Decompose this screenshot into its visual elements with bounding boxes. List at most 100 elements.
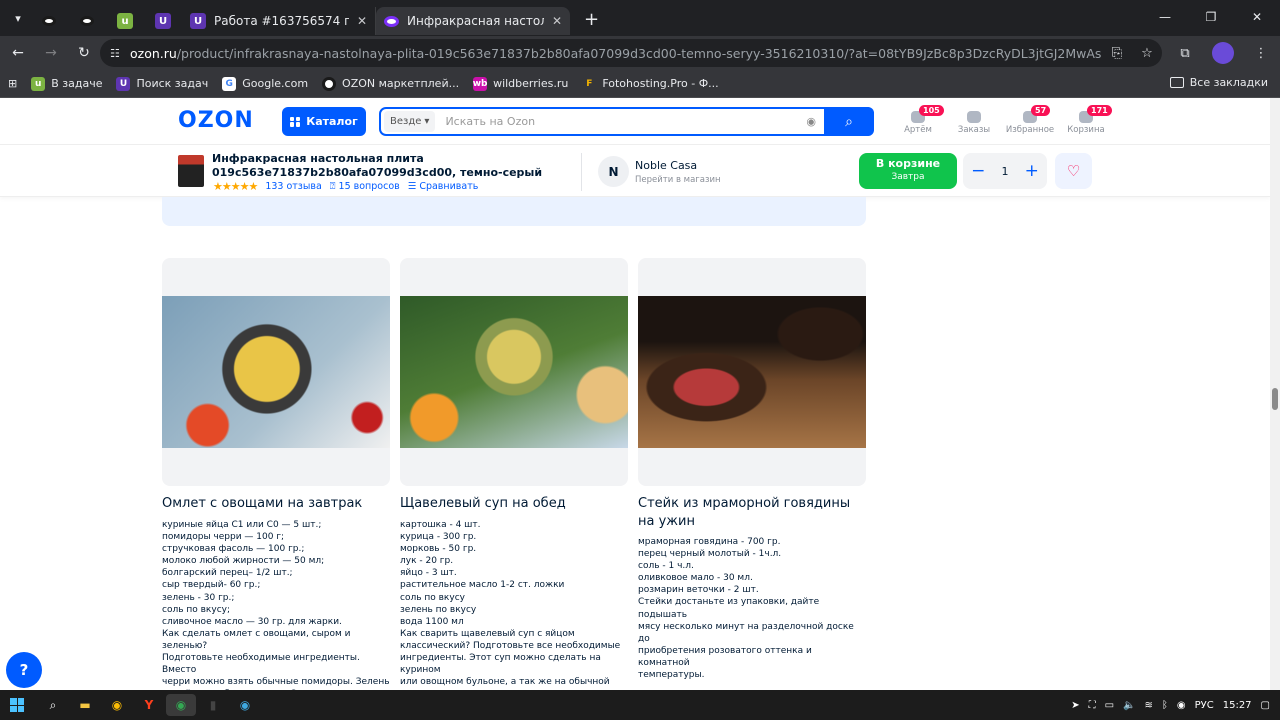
recipe-image[interactable] bbox=[638, 258, 866, 486]
notifications-icon[interactable]: ▢ bbox=[1261, 700, 1270, 711]
back-icon[interactable]: ← bbox=[3, 45, 33, 61]
header-icons: 105 Артём Заказы 57 Избранное 171 Корзина bbox=[893, 105, 1112, 135]
extensions-icon[interactable]: ⧉ bbox=[1166, 46, 1204, 61]
profile-link[interactable]: 105 Артём bbox=[893, 105, 944, 135]
clock[interactable]: 15:27 bbox=[1223, 700, 1252, 711]
catalog-button[interactable]: Каталог bbox=[282, 107, 366, 136]
add-to-favorites-button[interactable]: ♡ bbox=[1055, 153, 1092, 189]
product-thumbnail[interactable] bbox=[178, 155, 204, 187]
bookmark-item[interactable]: F Fotohosting.Pro - Ф... bbox=[582, 76, 719, 91]
bookmark-star-icon[interactable]: ☆ bbox=[1132, 46, 1162, 61]
search-button[interactable]: ⌕ bbox=[824, 107, 874, 136]
chrome-icon[interactable]: ◉ bbox=[102, 694, 132, 716]
ozon-icon bbox=[384, 15, 399, 27]
url-field[interactable]: ☷ ozon.ru/product/infrakrasnaya-nastolna… bbox=[100, 39, 1162, 67]
browser-tab[interactable] bbox=[30, 7, 68, 35]
apps-icon[interactable]: ⊞ bbox=[8, 77, 17, 90]
bookmark-item[interactable]: uВ задаче bbox=[31, 76, 102, 91]
recipe-title: Щавелевый суп на обед bbox=[400, 496, 566, 511]
reviews-link[interactable]: 133 отзыва bbox=[265, 181, 321, 192]
steak-photo bbox=[638, 296, 866, 448]
language-indicator[interactable]: РУС bbox=[1195, 700, 1214, 711]
favorites-link[interactable]: 57 Избранное bbox=[1005, 105, 1055, 135]
menu-icon[interactable]: ⋮ bbox=[1242, 46, 1280, 61]
ozon-icon bbox=[322, 76, 337, 91]
chrome-tray-icon[interactable]: ◉ bbox=[1177, 700, 1186, 711]
cart-link[interactable]: 171 Корзина bbox=[1061, 105, 1112, 135]
help-button[interactable]: ? bbox=[6, 652, 42, 688]
fotohosting-icon: F bbox=[582, 76, 597, 91]
product-title: Инфракрасная настольная плита 019c563e71… bbox=[212, 152, 543, 179]
plus-button[interactable]: + bbox=[1025, 161, 1039, 181]
search-icon: ⌕ bbox=[845, 113, 853, 130]
tab-search-button[interactable]: ▾ bbox=[6, 6, 30, 30]
browser-tab[interactable]: U bbox=[144, 7, 182, 35]
snip-icon[interactable]: ⛶ bbox=[1089, 700, 1096, 711]
yandex-icon[interactable]: Y bbox=[134, 694, 164, 716]
google-icon: G bbox=[222, 76, 237, 91]
quantity-value: 1 bbox=[1001, 164, 1009, 178]
browser-tab[interactable]: U Работа #163756574 по заказу ✕ bbox=[182, 7, 376, 35]
browser-tab[interactable]: u bbox=[106, 7, 144, 35]
toolbar-right: ⧉ ⋮ bbox=[1166, 36, 1280, 70]
wifi-icon[interactable]: ≋ bbox=[1144, 700, 1152, 711]
search-bar: Везде ▾ Искать на Ozon ◉ ⌕ bbox=[379, 107, 874, 136]
bookmark-item[interactable]: OZON маркетплей... bbox=[322, 76, 459, 91]
volume-icon[interactable]: 🔈 bbox=[1123, 700, 1135, 711]
recipe-image[interactable] bbox=[400, 258, 628, 486]
questions-link[interactable]: ⍰ 15 вопросов bbox=[330, 181, 400, 192]
app-icon[interactable]: ▮ bbox=[198, 694, 228, 716]
compare-link[interactable]: ☰ Сравнивать bbox=[408, 181, 479, 192]
recipe-text: куриные яйца С1 или С0 — 5 шт.; помидоры… bbox=[162, 520, 390, 690]
folder-icon bbox=[1169, 77, 1184, 88]
reload-icon[interactable]: ↻ bbox=[69, 45, 99, 61]
scrollbar-thumb[interactable] bbox=[1272, 388, 1278, 410]
address-bar-row: ← → ↻ ☷ ozon.ru/product/infrakrasnaya-na… bbox=[0, 36, 1280, 70]
camera-icon[interactable]: ◉ bbox=[806, 115, 816, 128]
search-input[interactable]: Искать на Ozon bbox=[435, 115, 806, 128]
close-window-icon[interactable]: ✕ bbox=[1234, 0, 1280, 36]
close-icon[interactable]: ✕ bbox=[552, 14, 562, 28]
bookmark-item[interactable]: wb wildberries.ru bbox=[473, 76, 568, 91]
profile-avatar[interactable] bbox=[1212, 42, 1234, 64]
chrome-active-icon[interactable]: ◉ bbox=[166, 694, 196, 716]
display-icon[interactable]: ▭ bbox=[1105, 700, 1114, 711]
new-tab-button[interactable]: + bbox=[584, 9, 599, 30]
question-icon: ⍰ bbox=[329, 181, 336, 192]
all-bookmarks[interactable]: Все закладки bbox=[1169, 76, 1268, 89]
in-cart-button[interactable]: В корзине Завтра bbox=[859, 153, 957, 189]
u-icon: u bbox=[31, 76, 46, 91]
page-scrollbar[interactable] bbox=[1270, 98, 1280, 690]
browser-tab-active[interactable]: Инфракрасная настольная пл ✕ bbox=[376, 7, 570, 35]
telegram-icon[interactable]: ➤ bbox=[1071, 700, 1079, 711]
minus-button[interactable]: − bbox=[971, 161, 985, 181]
close-icon[interactable]: ✕ bbox=[357, 14, 367, 28]
question-icon: ? bbox=[19, 661, 29, 679]
go-to-store-link[interactable]: Перейти в магазин bbox=[635, 175, 721, 185]
bookmark-item[interactable]: G Google.com bbox=[222, 76, 308, 91]
browser-tab[interactable] bbox=[68, 7, 106, 35]
edge-icon[interactable]: ◉ bbox=[230, 694, 260, 716]
file-explorer-icon[interactable]: ▬ bbox=[70, 694, 100, 716]
search-icon[interactable]: ⌕ bbox=[38, 694, 68, 716]
bluetooth-icon[interactable]: ᛒ bbox=[1162, 700, 1168, 711]
ozon-icon bbox=[42, 16, 56, 26]
seller-name[interactable]: Noble Casa bbox=[635, 159, 697, 172]
ozon-logo[interactable]: OZON bbox=[178, 108, 254, 133]
forward-icon[interactable]: → bbox=[36, 45, 66, 61]
browser-tab-strip: ▾ u U U Работа #163756574 по заказу ✕ Ин… bbox=[0, 0, 1280, 36]
minimize-icon[interactable]: — bbox=[1142, 0, 1188, 36]
recipe-image[interactable] bbox=[162, 258, 390, 486]
site-info-icon[interactable]: ☷ bbox=[110, 47, 130, 60]
install-app-icon[interactable]: ⎘ bbox=[1102, 46, 1132, 61]
uchi-icon: U bbox=[116, 76, 131, 91]
search-category-select[interactable]: Везде ▾ bbox=[384, 111, 436, 132]
seller-avatar[interactable]: N bbox=[598, 156, 629, 187]
windows-start-icon[interactable] bbox=[10, 698, 24, 712]
maximize-icon[interactable]: ❐ bbox=[1188, 0, 1234, 36]
bookmark-item[interactable]: U Поиск задач bbox=[116, 76, 208, 91]
ozon-icon bbox=[80, 16, 94, 26]
orders-link[interactable]: Заказы bbox=[949, 108, 999, 135]
ozon-header: OZON Каталог Везде ▾ Искать на Ozon ◉ ⌕ 1… bbox=[0, 98, 1270, 145]
recipe-title: Омлет с овощами на завтрак bbox=[162, 496, 363, 511]
